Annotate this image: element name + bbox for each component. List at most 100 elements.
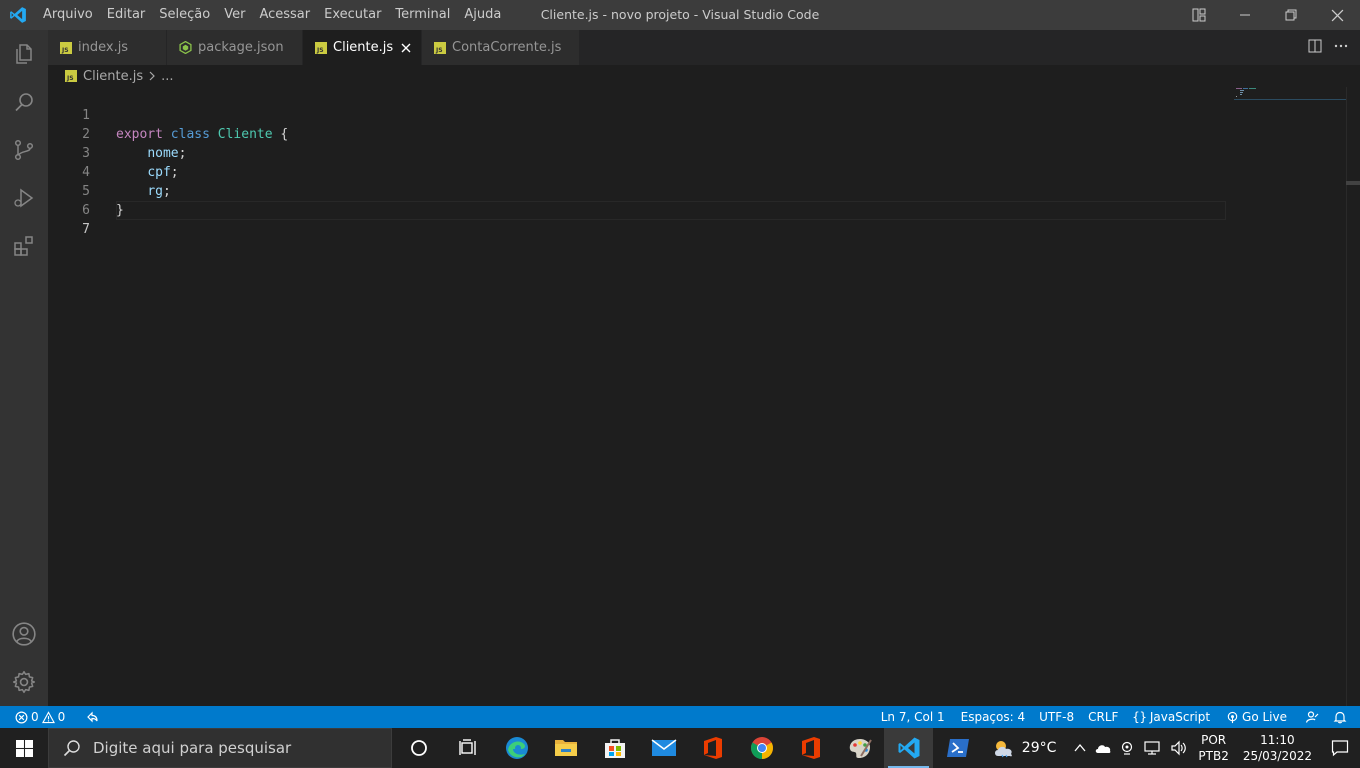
- menu-acessar[interactable]: Acessar: [252, 0, 317, 30]
- activity-bar: [0, 30, 48, 706]
- layout-button[interactable]: [1176, 0, 1222, 30]
- clock-time: 11:10: [1260, 733, 1295, 747]
- explorer-button[interactable]: [0, 30, 48, 78]
- menu-ver[interactable]: Ver: [217, 0, 252, 30]
- onedrive-icon-button[interactable]: [1090, 728, 1116, 768]
- office-app[interactable]: [688, 728, 737, 768]
- menu-executar[interactable]: Executar: [317, 0, 388, 30]
- live-share-button[interactable]: [80, 706, 104, 728]
- meet-now-button[interactable]: [1116, 728, 1140, 768]
- code-line: 7: [48, 201, 1228, 237]
- tab-label: package.json: [198, 40, 284, 55]
- js-file-icon: JS: [65, 70, 77, 82]
- svg-text:JS: JS: [435, 47, 443, 54]
- show-hidden-icons-button[interactable]: [1070, 728, 1090, 768]
- office-app-2[interactable]: [786, 728, 835, 768]
- tab-label: Cliente.js: [333, 40, 394, 55]
- vscode-app[interactable]: [884, 728, 933, 768]
- chrome-browser-icon: [750, 737, 773, 759]
- breadcrumb-symbols[interactable]: ...: [161, 69, 173, 84]
- tab-index-js[interactable]: JS index.js: [48, 30, 167, 65]
- warning-count: 0: [57, 710, 66, 724]
- extensions-button[interactable]: [0, 222, 48, 270]
- chevron-up-icon: [1074, 743, 1086, 752]
- vertical-scrollbar[interactable]: [1346, 87, 1360, 706]
- feedback-button[interactable]: [1300, 706, 1324, 728]
- taskbar-search[interactable]: Digite aqui para pesquisar: [48, 728, 392, 768]
- code-line: 6: [48, 182, 1228, 218]
- tab-contacorrente-js[interactable]: JS ContaCorrente.js: [422, 30, 580, 65]
- language-mode[interactable]: {} JavaScript: [1127, 706, 1215, 728]
- ellipsis-icon: [1334, 44, 1348, 47]
- encoding[interactable]: UTF-8: [1034, 706, 1079, 728]
- notifications-button[interactable]: [1328, 706, 1352, 728]
- accounts-button[interactable]: [0, 610, 48, 658]
- tab-label: index.js: [78, 40, 129, 55]
- restore-button[interactable]: [1268, 0, 1314, 30]
- go-live-label: Go Live: [1242, 710, 1287, 724]
- minimap-slider[interactable]: [1234, 98, 1346, 100]
- edge-app[interactable]: [492, 728, 541, 768]
- breadcrumb: JS Cliente.js ...: [48, 65, 1360, 87]
- task-view-button[interactable]: [443, 728, 492, 768]
- js-file-icon: JS: [60, 41, 72, 54]
- person-feedback-icon: [1305, 711, 1319, 723]
- tab-close-button[interactable]: [393, 43, 411, 53]
- live-share-icon: [87, 711, 98, 723]
- menu-editar[interactable]: Editar: [100, 0, 153, 30]
- line-number: 7: [82, 222, 90, 237]
- volume-button[interactable]: [1166, 728, 1192, 768]
- code-line: 1 export class Cliente {: [48, 87, 1228, 142]
- menu-selecao[interactable]: Seleção: [152, 0, 217, 30]
- powershell-app[interactable]: [933, 728, 982, 768]
- menu-terminal[interactable]: Terminal: [388, 0, 457, 30]
- restore-icon: [1285, 9, 1297, 21]
- split-editor-button[interactable]: [1308, 39, 1322, 57]
- mail-app[interactable]: [639, 728, 688, 768]
- onedrive-cloud-icon: [1096, 745, 1111, 753]
- run-debug-button[interactable]: [0, 174, 48, 222]
- mail-envelope-icon: [651, 739, 676, 756]
- run-debug-icon: [14, 188, 34, 208]
- windows-logo-icon: [15, 739, 33, 757]
- code-editor[interactable]: 1 export class Cliente { 2 nome; 3 cpf; …: [48, 87, 1360, 706]
- weather-widget[interactable]: 29°C: [988, 728, 1061, 768]
- cortana-circle-icon: [410, 740, 427, 756]
- notification-icon: [1331, 740, 1349, 757]
- tab-actions: [1308, 30, 1348, 65]
- source-control-button[interactable]: [0, 126, 48, 174]
- network-button[interactable]: [1140, 728, 1166, 768]
- more-actions-button[interactable]: [1334, 39, 1348, 57]
- clock[interactable]: 11:10 25/03/2022: [1235, 732, 1320, 764]
- action-center-button[interactable]: [1320, 728, 1360, 768]
- tab-package-json[interactable]: package.json: [167, 30, 303, 65]
- indentation[interactable]: Espaços: 4: [956, 706, 1031, 728]
- search-view-button[interactable]: [0, 78, 48, 126]
- cursor-position[interactable]: Ln 7, Col 1: [876, 706, 950, 728]
- chrome-app[interactable]: [737, 728, 786, 768]
- cortana-button[interactable]: [394, 728, 443, 768]
- start-button[interactable]: [0, 728, 48, 768]
- manage-button[interactable]: [0, 658, 48, 706]
- office-logo-icon: [703, 737, 722, 759]
- menu-arquivo[interactable]: Arquivo: [36, 0, 100, 30]
- go-live-button[interactable]: Go Live: [1221, 706, 1292, 728]
- paint-palette-icon: [849, 739, 872, 758]
- input-language[interactable]: POR PTB2: [1192, 732, 1234, 764]
- breadcrumb-file[interactable]: Cliente.js: [83, 69, 143, 84]
- menu-ajuda[interactable]: Ajuda: [457, 0, 508, 30]
- microsoft-store-app[interactable]: [590, 728, 639, 768]
- close-window-button[interactable]: [1314, 0, 1360, 30]
- extensions-icon: [14, 236, 33, 256]
- problems-indicator[interactable]: 0 0: [10, 706, 70, 728]
- minimize-button[interactable]: [1222, 0, 1268, 30]
- file-explorer-app[interactable]: [541, 728, 590, 768]
- windows-taskbar: Digite aqui para pesquisar 29°C POR PTB2…: [0, 728, 1360, 768]
- tab-cliente-js[interactable]: JS Cliente.js: [303, 30, 422, 65]
- activity-bar-bottom: [0, 610, 48, 706]
- paint-app[interactable]: [835, 728, 884, 768]
- menu-bar: Arquivo Editar Seleção Ver Acessar Execu…: [36, 0, 508, 30]
- scrollbar-thumb[interactable]: [1346, 181, 1360, 185]
- end-of-line[interactable]: CRLF: [1083, 706, 1123, 728]
- code-line: 3 cpf;: [48, 125, 1228, 180]
